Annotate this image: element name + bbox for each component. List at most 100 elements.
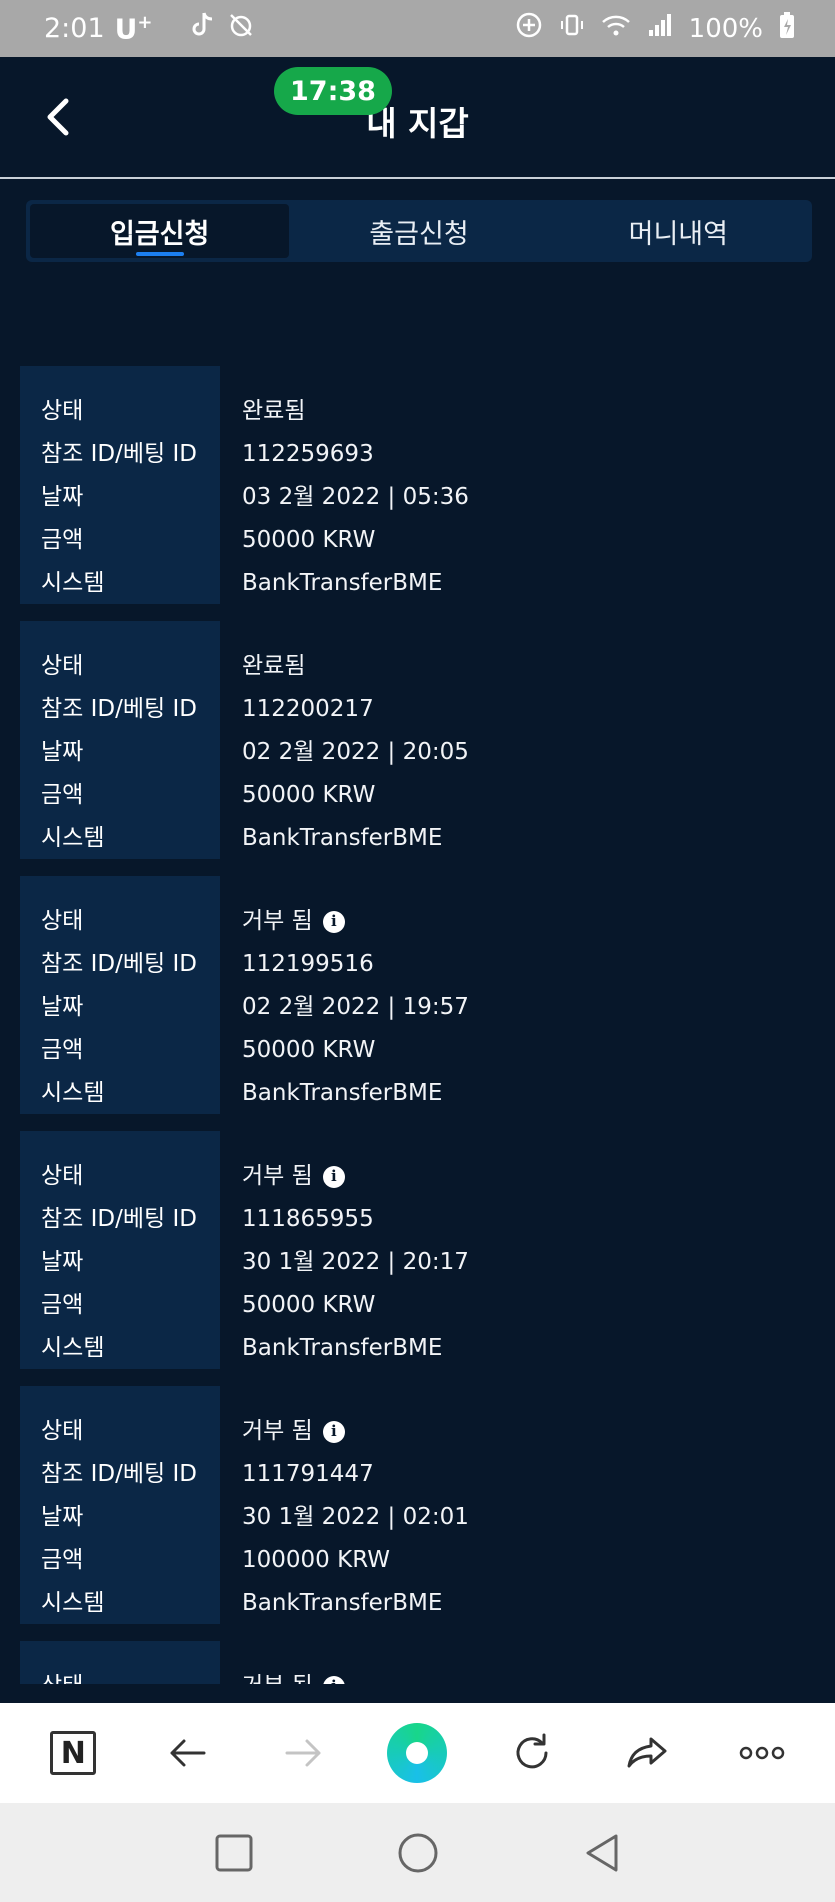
transaction-list[interactable]: 상태 참조 ID/베팅 ID 날짜 금액 시스템 완료됨 112259693 03 2월 20… — [20, 366, 820, 1684]
naver-button[interactable]: N — [38, 1718, 108, 1788]
system-text: BankTransferBME — [242, 825, 443, 851]
value-date: 03 2월 2022 | 05:36 — [242, 476, 820, 519]
date-text: 30 1월 2022 | 20:17 — [242, 1249, 469, 1275]
vibrate-icon — [559, 12, 585, 45]
date-text: 30 1월 2022 | 02:01 — [242, 1504, 469, 1530]
label-amount: 금액 — [41, 527, 84, 553]
browser-back-button[interactable] — [153, 1718, 223, 1788]
field-labels: 상태참조 ID/베팅 ID 날짜금액시스템 — [20, 621, 220, 859]
share-button[interactable] — [612, 1718, 682, 1788]
info-icon[interactable]: i — [322, 1420, 345, 1443]
ref-id-text: 112200217 — [242, 696, 374, 722]
recent-apps-icon[interactable] — [212, 1831, 256, 1875]
browser-forward-button[interactable] — [268, 1718, 338, 1788]
forward-arrow-icon — [285, 1739, 321, 1767]
battery-percent: 100% — [688, 13, 763, 44]
home-dot-icon — [387, 1723, 448, 1783]
field-values: 거부 됨 i 112199516 02 2월 2022 | 19:57 50000 KR… — [220, 876, 820, 1114]
value-amount: 50000 KRW — [242, 1029, 820, 1072]
transaction-card: 상태참조 ID/베팅 ID날짜금액시스템거부 됨 i — [20, 1641, 820, 1684]
alarm-off-icon — [228, 12, 254, 45]
label-status: 상태 — [41, 653, 84, 679]
label-status: 상태 — [41, 1418, 84, 1444]
transaction-card: 상태 참조 ID/베팅 ID 날짜 금액 시스템 완료됨 112259693 03 2월 20… — [20, 366, 820, 604]
label-amount: 금액 — [41, 1037, 84, 1063]
value-system: BankTransferBME — [242, 562, 820, 605]
back-arrow-icon — [170, 1739, 206, 1767]
label-status: 상태 — [41, 908, 84, 934]
home-icon[interactable] — [396, 1831, 440, 1875]
home-dot-button[interactable] — [382, 1718, 452, 1788]
value-date: 30 1월 2022 | 02:01 — [242, 1496, 820, 1539]
label-system: 시스템 — [41, 1335, 105, 1361]
label-system: 시스템 — [41, 1080, 105, 1106]
sync-icon — [515, 11, 543, 46]
value-system: BankTransferBME — [242, 817, 820, 860]
share-icon — [627, 1737, 667, 1768]
tab-deposit-request[interactable]: 입금신청 — [30, 204, 290, 258]
back-icon[interactable] — [580, 1831, 624, 1875]
label-system: 시스템 — [41, 1590, 105, 1616]
page-title: 내 지갑 — [366, 104, 469, 143]
wifi-icon — [601, 12, 631, 45]
label-system: 시스템 — [41, 825, 105, 851]
ref-id-text: 112199516 — [242, 951, 374, 977]
label-ref-id: 참조 ID/베팅 ID — [41, 441, 197, 467]
status-text: 거부 됨 — [242, 1163, 313, 1189]
label-amount: 금액 — [41, 1547, 84, 1573]
label-status: 상태 — [41, 398, 84, 424]
value-ref-id: 111791447 — [242, 1453, 820, 1496]
value-ref-id: 111865955 — [242, 1198, 820, 1241]
field-values: 완료됨 112200217 02 2월 2022 | 20:05 50000 KRW B… — [220, 621, 820, 859]
refresh-button[interactable] — [497, 1718, 567, 1788]
label-date: 날짜 — [41, 994, 84, 1020]
value-status: 완료됨 — [242, 645, 820, 688]
browser-toolbar: N — [0, 1703, 835, 1803]
value-system: BankTransferBME — [242, 1327, 820, 1370]
amount-text: 50000 KRW — [242, 782, 376, 808]
info-icon[interactable]: i — [322, 1165, 345, 1188]
date-text: 02 2월 2022 | 20:05 — [242, 739, 469, 765]
tab-withdraw-request[interactable]: 출금신청 — [289, 204, 548, 258]
status-time: 2:01 — [44, 13, 105, 44]
status-bar: 2:01 U+ 100% — [0, 0, 835, 57]
field-labels: 상태참조 ID/베팅 ID 날짜금액시스템 — [20, 1131, 220, 1369]
session-timer: 17:38 — [274, 67, 392, 115]
status-text: 거부 됨 — [242, 1675, 313, 1685]
field-labels: 상태참조 ID/베팅 ID 날짜금액시스템 — [20, 876, 220, 1114]
value-status: 거부 됨 i — [242, 900, 820, 943]
label-date: 날짜 — [41, 484, 84, 510]
value-ref-id: 112199516 — [242, 943, 820, 986]
amount-text: 100000 KRW — [242, 1547, 390, 1573]
system-nav-bar — [0, 1803, 835, 1902]
header: 내 지갑 17:38 — [0, 57, 835, 179]
naver-icon: N — [50, 1731, 97, 1775]
system-text: BankTransferBME — [242, 1080, 443, 1106]
label-date: 날짜 — [41, 1504, 84, 1530]
field-labels: 상태참조 ID/베팅 ID 날짜금액시스템 — [20, 366, 220, 604]
signal-icon — [647, 12, 673, 45]
more-icon — [739, 1746, 784, 1760]
label-system: 시스템 — [41, 570, 105, 596]
system-text: BankTransferBME — [242, 1590, 443, 1616]
info-icon[interactable]: i — [322, 910, 345, 933]
label-ref-id: 참조 ID/베팅 ID — [41, 696, 197, 722]
transaction-card: 상태 참조 ID/베팅 ID 날짜 금액 시스템 거부 됨 i 112199516 02 2월 … — [20, 876, 820, 1114]
label-amount: 금액 — [41, 1292, 84, 1318]
info-icon[interactable]: i — [322, 1675, 345, 1684]
status-text: 거부 됨 — [242, 1418, 313, 1444]
amount-text: 50000 KRW — [242, 1037, 376, 1063]
transaction-card: 상태 참조 ID/베팅 ID 날짜 금액 시스템 거부 됨 i 111791447 30 1월 … — [20, 1386, 820, 1624]
status-text: 완료됨 — [242, 398, 306, 424]
battery-icon — [779, 11, 795, 46]
value-amount: 100000 KRW — [242, 1539, 820, 1582]
label-date: 날짜 — [41, 1249, 84, 1275]
transaction-card: 상태참조 ID/베팅 ID 날짜금액시스템 거부 됨 i 111865955 30 1월 … — [20, 1131, 820, 1369]
label-status: 상태 — [41, 1163, 84, 1189]
field-values: 거부 됨 i — [220, 1641, 820, 1684]
more-button[interactable] — [727, 1718, 797, 1788]
label-ref-id: 참조 ID/베팅 ID — [41, 1206, 197, 1232]
tab-money-history[interactable]: 머니내역 — [549, 204, 808, 258]
amount-text: 50000 KRW — [242, 527, 376, 553]
value-date: 30 1월 2022 | 20:17 — [242, 1241, 820, 1284]
